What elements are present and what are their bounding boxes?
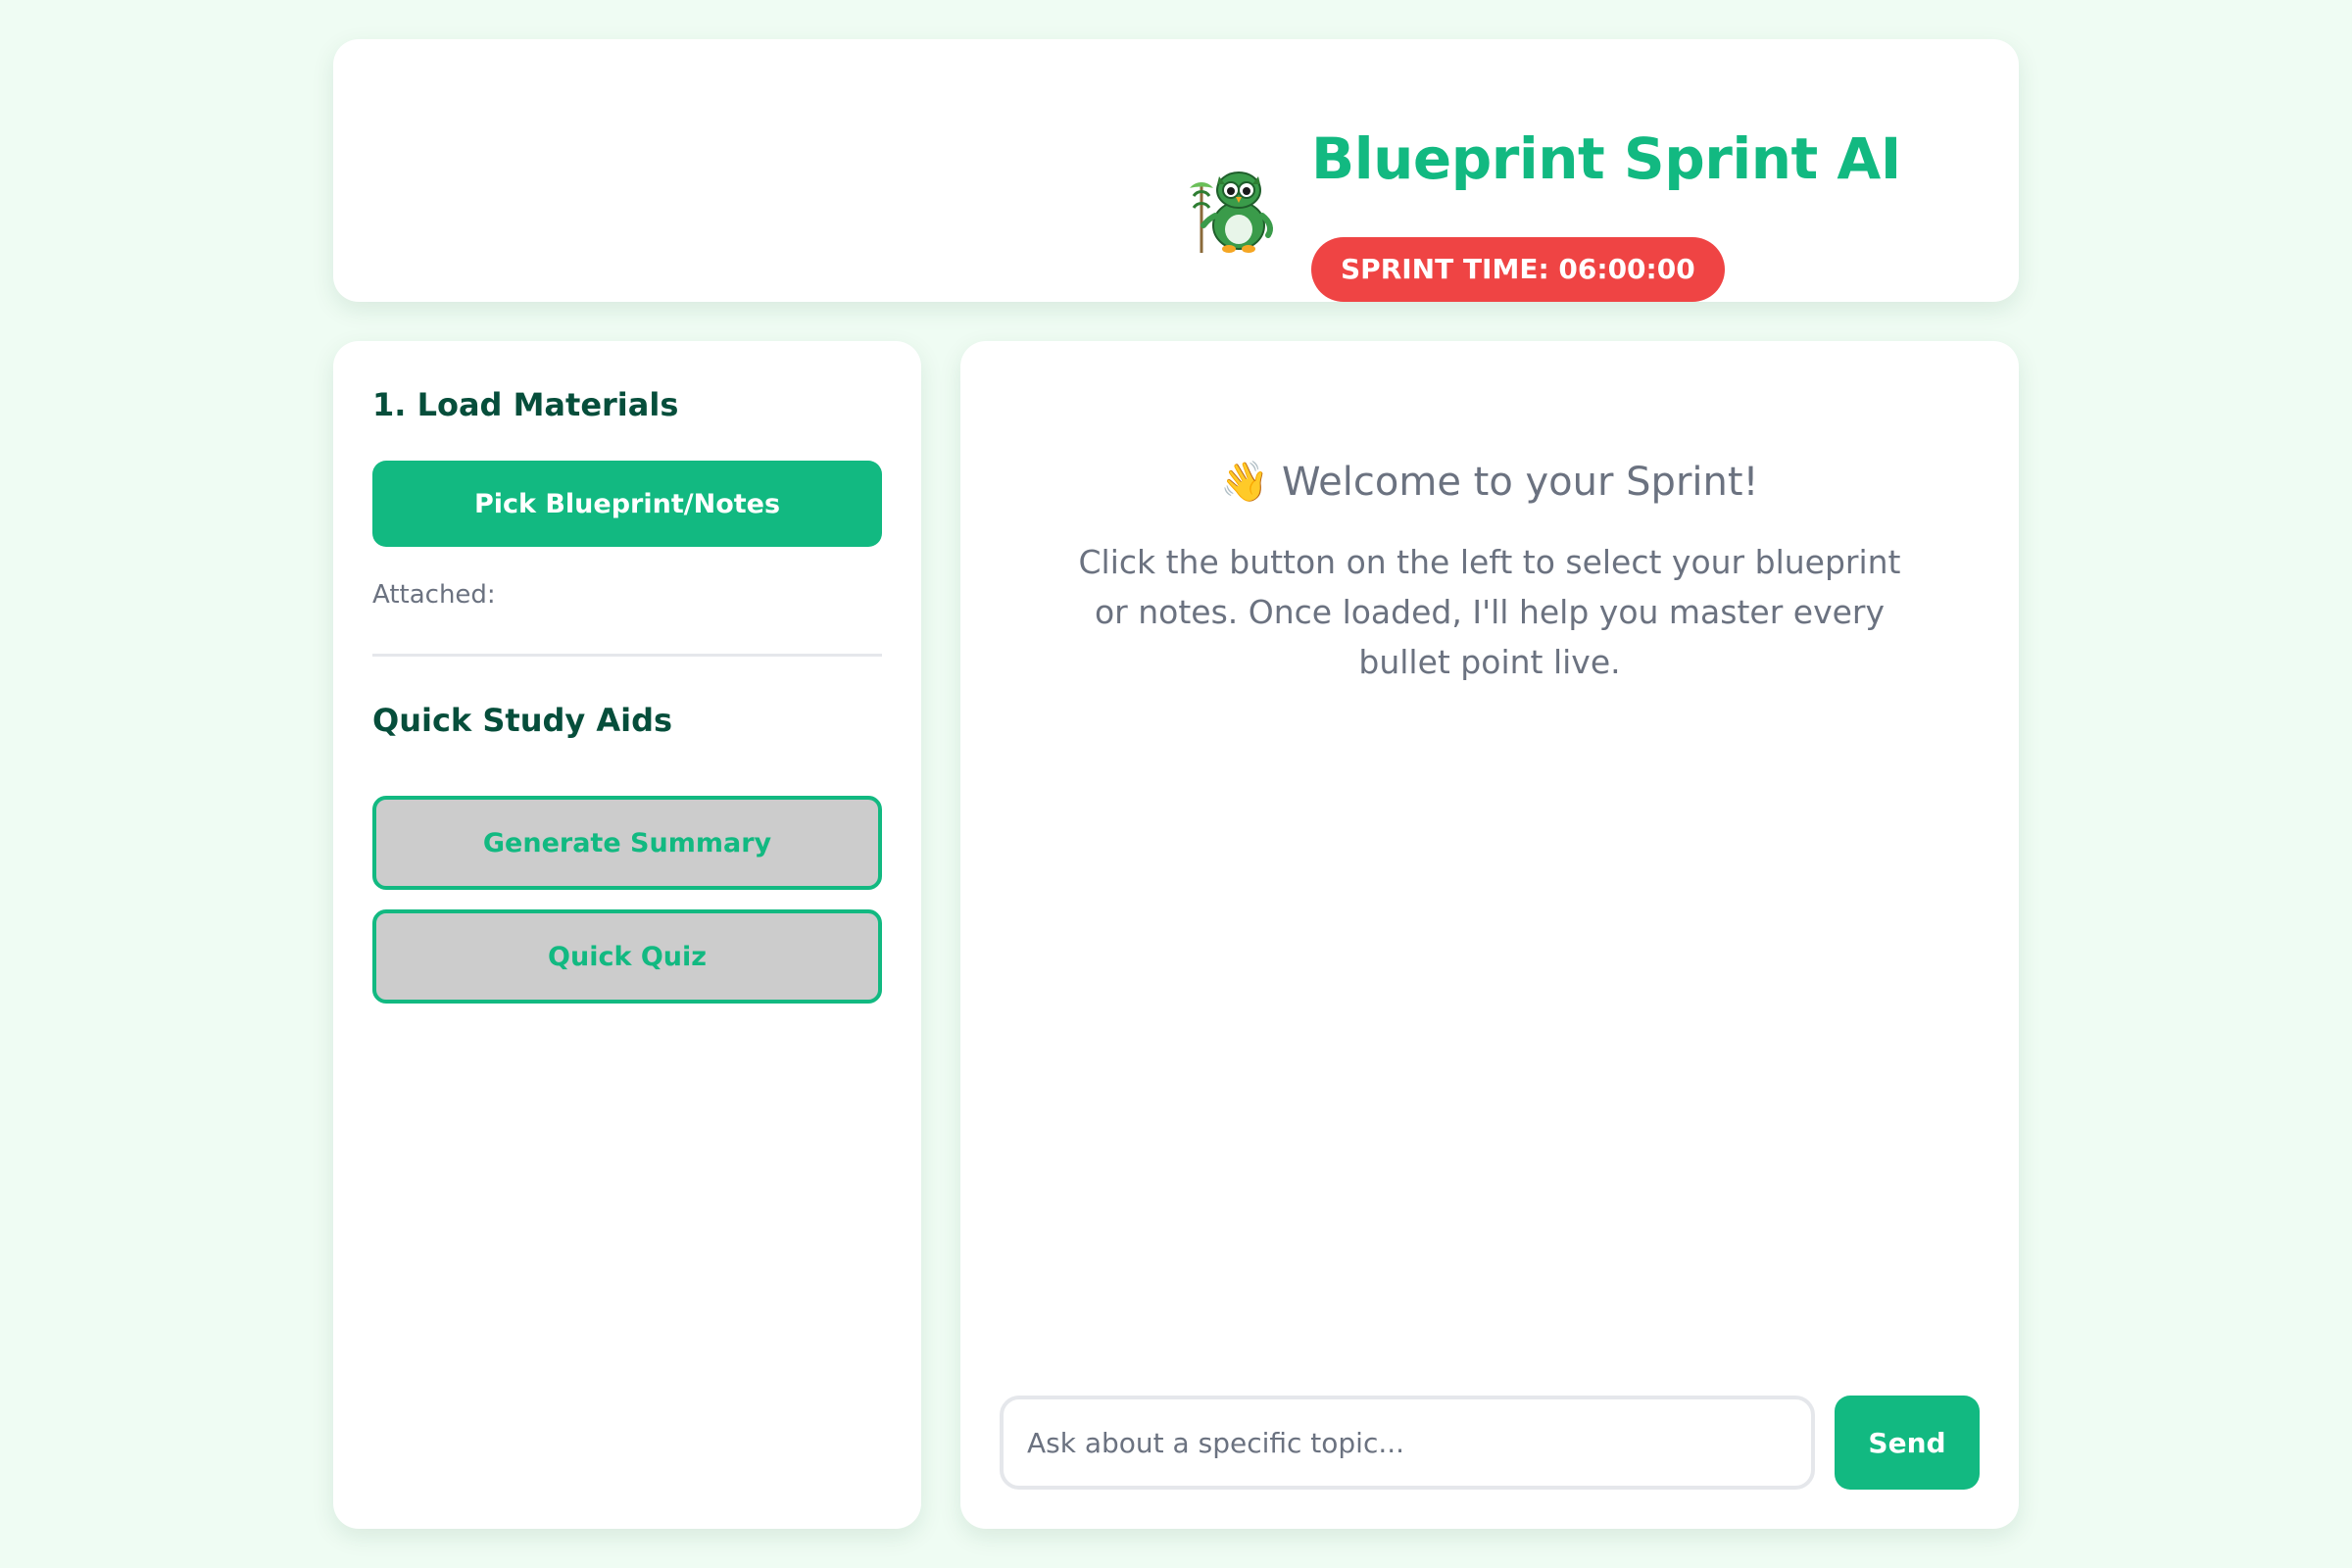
sidebar-panel: 1. Load Materials Pick Blueprint/Notes A…	[333, 341, 921, 1529]
welcome-title-text: Welcome to your Sprint!	[1281, 460, 1759, 505]
app-title: Blueprint Sprint AI	[1311, 125, 1901, 192]
attached-label: Attached:	[372, 580, 496, 610]
quick-study-aids-heading: Quick Study Aids	[372, 702, 673, 739]
waving-hand-icon: 👋	[1220, 460, 1270, 505]
sidebar-divider	[372, 654, 882, 657]
quick-quiz-button[interactable]: Quick Quiz	[372, 909, 882, 1004]
chat-input[interactable]	[1000, 1396, 1815, 1490]
welcome-heading: 👋 Welcome to your Sprint!	[960, 459, 2019, 505]
generate-summary-button[interactable]: Generate Summary	[372, 796, 882, 890]
header-card: Blueprint Sprint AI SPRINT TIME: 06:00:0…	[333, 39, 2019, 302]
welcome-message: Click the button on the left to select y…	[1078, 543, 1901, 681]
chat-panel: 👋 Welcome to your Sprint! Click the butt…	[960, 341, 2019, 1529]
pick-blueprint-button[interactable]: Pick Blueprint/Notes	[372, 461, 882, 547]
sprint-timer-badge: SPRINT TIME: 06:00:00	[1311, 237, 1725, 302]
owl-mascot-icon	[1190, 172, 1273, 253]
load-materials-heading: 1. Load Materials	[372, 386, 679, 423]
app-page: Blueprint Sprint AI SPRINT TIME: 06:00:0…	[0, 0, 2352, 1568]
send-button[interactable]: Send	[1835, 1396, 1980, 1490]
